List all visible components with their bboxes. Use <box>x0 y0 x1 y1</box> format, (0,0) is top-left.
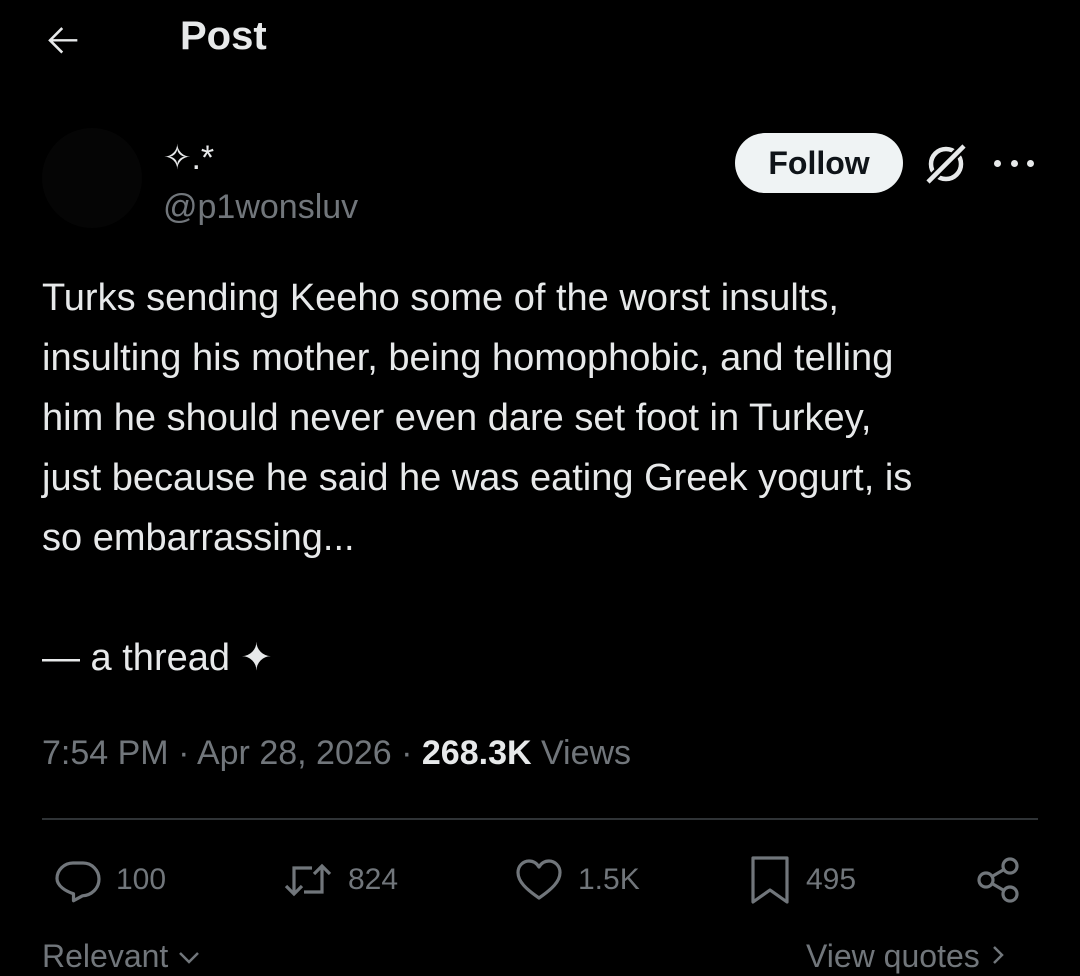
reply-icon <box>55 861 101 903</box>
reply-count: 100 <box>116 863 167 896</box>
bookmark-count: 495 <box>806 863 857 896</box>
arrow-left-icon <box>48 27 78 54</box>
grok-icon[interactable] <box>922 140 970 188</box>
like-count: 1.5K <box>578 863 640 896</box>
meta-separator: · <box>391 734 422 772</box>
repost-button[interactable]: 824 <box>282 852 398 908</box>
heart-icon <box>516 859 562 900</box>
view-quotes-link[interactable]: View quotes <box>806 936 1007 976</box>
repost-icon <box>284 863 332 897</box>
views-count: 268.3K <box>421 734 532 772</box>
view-quotes-label: View quotes <box>806 938 980 974</box>
bookmark-button[interactable]: 495 <box>748 852 856 908</box>
avatar[interactable] <box>42 128 142 228</box>
divider <box>42 818 1038 820</box>
reply-button[interactable]: 100 <box>54 852 166 908</box>
share-icon <box>977 857 1019 903</box>
post-time[interactable]: 7:54 PM <box>42 734 169 772</box>
meta-separator: · <box>168 734 197 772</box>
views-label: Views <box>531 734 632 772</box>
sort-label: Relevant <box>42 938 169 974</box>
author-display-name[interactable]: ✧.* <box>163 138 214 178</box>
chevron-down-icon <box>179 952 200 964</box>
follow-button[interactable]: Follow <box>735 133 903 193</box>
post-text: Turks sending Keeho some of the worst in… <box>42 277 913 679</box>
share-button[interactable] <box>974 852 1024 908</box>
bookmark-icon <box>751 856 789 904</box>
sort-replies-dropdown[interactable]: Relevant <box>42 936 201 976</box>
post-meta: 7:54 PM · Apr 28, 2026 · 268.3K Views <box>42 730 631 776</box>
repost-count: 824 <box>348 863 399 896</box>
more-horizontal-icon[interactable] <box>994 148 1034 178</box>
author-handle[interactable]: @p1wonsluv <box>163 186 358 228</box>
top-bar: Post <box>0 0 1080 80</box>
back-button[interactable] <box>42 18 86 62</box>
post-date[interactable]: Apr 28, 2026 <box>197 734 392 772</box>
page-title: Post <box>180 14 267 58</box>
chevron-right-icon <box>992 946 1004 964</box>
like-button[interactable]: 1.5K <box>514 852 640 908</box>
